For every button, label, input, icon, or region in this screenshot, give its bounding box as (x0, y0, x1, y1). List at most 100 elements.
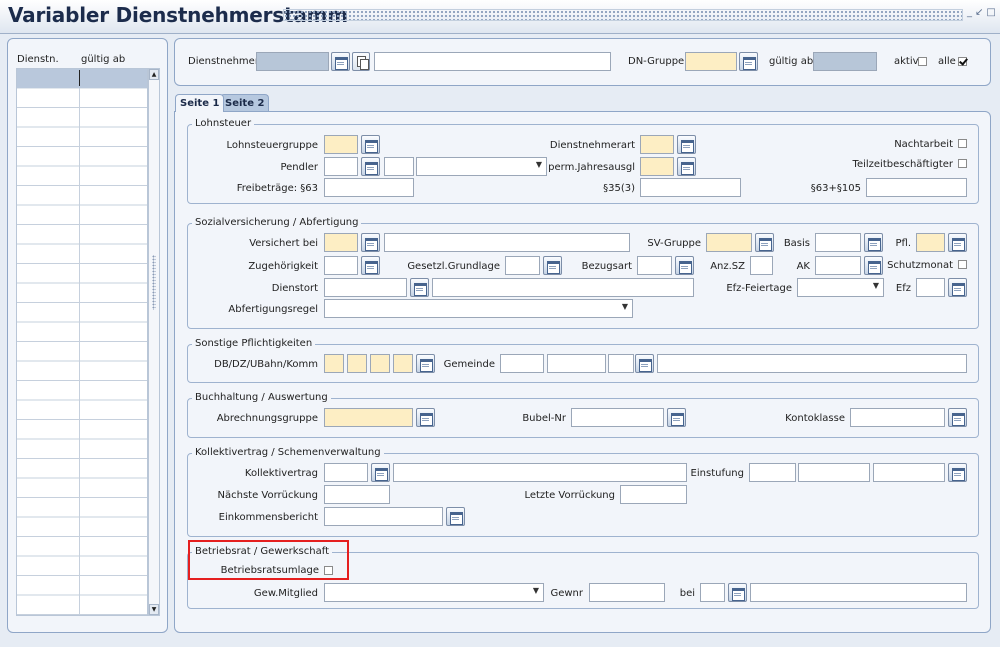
versichert-bei-name-input[interactable] (384, 233, 630, 252)
gemeinde-nr-input[interactable] (608, 354, 634, 373)
chevron-down-icon[interactable]: ▼ (533, 586, 539, 595)
scroll-down-icon[interactable]: ▼ (149, 604, 159, 615)
calendar-icon[interactable] (416, 354, 435, 373)
calendar-icon[interactable] (948, 278, 967, 297)
calendar-icon[interactable] (677, 135, 696, 154)
gemeinde-code-input[interactable] (500, 354, 544, 373)
calendar-icon[interactable] (331, 52, 350, 71)
basis-input[interactable] (815, 233, 861, 252)
abrechnungsgruppe-input[interactable] (324, 408, 413, 427)
calendar-icon[interactable] (543, 256, 562, 275)
pendler-input[interactable] (324, 157, 358, 176)
einkommensbericht-input[interactable] (324, 507, 443, 526)
efz-feiertage-dropdown[interactable]: ▼ (797, 278, 884, 297)
copy-icon[interactable] (352, 52, 370, 71)
versichert-bei-input[interactable] (324, 233, 358, 252)
minimize-icon[interactable]: _ (967, 7, 975, 18)
gewnr-input[interactable] (589, 583, 665, 602)
dienstnehmerart-input[interactable] (640, 135, 674, 154)
text-cursor (79, 70, 80, 86)
pendler-code-input[interactable] (384, 157, 414, 176)
calendar-icon[interactable] (361, 233, 380, 252)
anz-sz-input[interactable] (750, 256, 773, 275)
chevron-down-icon[interactable]: ▼ (622, 302, 628, 311)
zugehoerigkeit-input[interactable] (324, 256, 358, 275)
calendar-icon[interactable] (361, 157, 380, 176)
einkommensbericht-label: Einkommensbericht (218, 512, 318, 523)
naechste-vorrueckung-input[interactable] (324, 485, 390, 504)
bezugsart-input[interactable] (637, 256, 672, 275)
efz-input[interactable] (916, 278, 945, 297)
schutzmonat-checkbox[interactable] (958, 260, 967, 269)
dn-gruppe-input[interactable] (685, 52, 737, 71)
calendar-icon[interactable] (361, 256, 380, 275)
calendar-icon[interactable] (948, 408, 967, 427)
calendar-icon[interactable] (416, 408, 435, 427)
gueltig-ab-input[interactable] (813, 52, 877, 71)
letzte-vorrueckung-input[interactable] (620, 485, 687, 504)
gemeinde-name-input[interactable] (657, 354, 967, 373)
bei-input[interactable] (700, 583, 725, 602)
kollektivertrag-input[interactable] (324, 463, 368, 482)
calendar-icon[interactable] (728, 583, 747, 602)
pendler-label: Pendler (280, 162, 318, 173)
bubel-nr-input[interactable] (571, 408, 664, 427)
gesetzl-grundlage-input[interactable] (505, 256, 540, 275)
gew-mitglied-dropdown[interactable]: ▼ (324, 583, 544, 602)
sv-gruppe-input[interactable] (706, 233, 752, 252)
kontoklasse-input[interactable] (850, 408, 945, 427)
window-controls[interactable]: _↙□ (967, 7, 999, 18)
tab-seite-1[interactable]: Seite 1 (175, 94, 225, 112)
ak-input[interactable] (815, 256, 861, 275)
scrollbar-grip[interactable] (152, 255, 156, 310)
einstufung-input-2[interactable] (798, 463, 870, 482)
db-input[interactable] (324, 354, 344, 373)
ubahn-input[interactable] (370, 354, 390, 373)
calendar-icon[interactable] (635, 354, 654, 373)
komm-input[interactable] (393, 354, 413, 373)
nachtarbeit-checkbox[interactable] (958, 139, 967, 148)
gewnr-label: Gewnr (550, 588, 583, 599)
abfertigungsregel-dropdown[interactable]: ▼ (324, 299, 633, 318)
freibetraege-label: Freibeträge: §63 (236, 183, 318, 194)
tab-seite-2[interactable]: Seite 2 (220, 94, 270, 112)
p63-105-input[interactable] (866, 178, 967, 197)
teilzeitbeschaeftigter-checkbox[interactable] (958, 159, 967, 168)
einstufung-input-1[interactable] (749, 463, 796, 482)
calendar-icon[interactable] (446, 507, 465, 526)
bei-name-input[interactable] (750, 583, 967, 602)
calendar-icon[interactable] (361, 135, 380, 154)
calendar-icon[interactable] (371, 463, 390, 482)
scroll-up-icon[interactable]: ▲ (149, 69, 159, 80)
betriebsratsumlage-checkbox[interactable] (324, 566, 333, 575)
dienstnehmer-name-input[interactable] (374, 52, 611, 71)
calendar-icon[interactable] (677, 157, 696, 176)
dienstort-input[interactable] (324, 278, 407, 297)
list-scrollbar[interactable] (148, 68, 160, 616)
calendar-icon[interactable] (667, 408, 686, 427)
employee-list-grid[interactable] (16, 68, 148, 616)
maximize-icon[interactable]: □ (986, 7, 998, 18)
restore-icon[interactable]: ↙ (975, 7, 986, 18)
p35-3-input[interactable] (640, 178, 741, 197)
perm-jahresausgl-input[interactable] (640, 157, 674, 176)
dienstort-name-input[interactable] (432, 278, 694, 297)
dz-input[interactable] (347, 354, 367, 373)
alle-checkbox[interactable] (958, 57, 967, 66)
calendar-icon[interactable] (410, 278, 429, 297)
calendar-icon[interactable] (948, 233, 967, 252)
pfl-input[interactable] (916, 233, 945, 252)
einstufung-input-3[interactable] (873, 463, 945, 482)
aktiv-checkbox[interactable] (918, 57, 927, 66)
calendar-icon[interactable] (739, 52, 758, 71)
calendar-icon[interactable] (675, 256, 694, 275)
chevron-down-icon[interactable]: ▼ (873, 281, 879, 290)
lohnsteuergruppe-input[interactable] (324, 135, 358, 154)
table-row-selected[interactable] (17, 69, 147, 88)
dienstnehmer-id-input[interactable] (256, 52, 329, 71)
calendar-icon[interactable] (948, 463, 967, 482)
gemeinde-plz-input[interactable] (547, 354, 606, 373)
freibetraege-63-input[interactable] (324, 178, 414, 197)
gew-mitglied-label: Gew.Mitglied (253, 588, 318, 599)
kollektivertrag-name-input[interactable] (393, 463, 687, 482)
